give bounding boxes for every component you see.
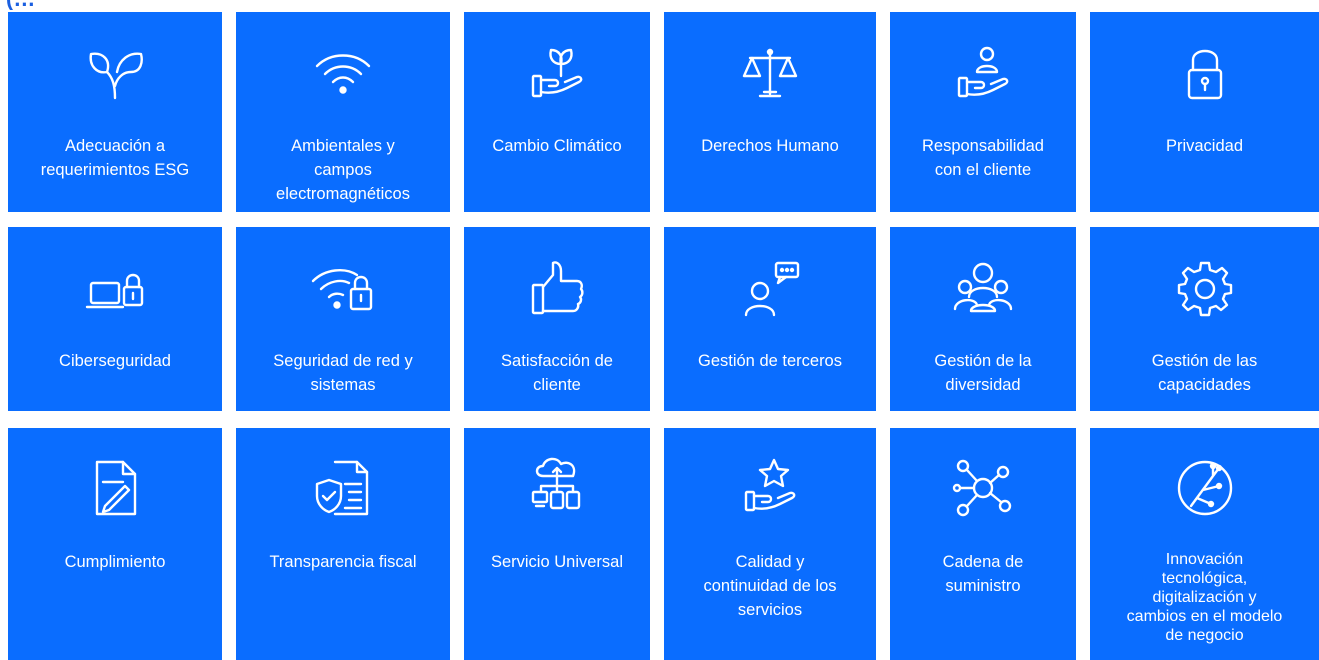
scales-icon (738, 42, 802, 106)
tile-label: Responsabilidad con el cliente (921, 137, 1044, 179)
tile-label: Ambientales y campos electromagnéticos (276, 137, 410, 203)
gear-icon (1173, 257, 1237, 321)
tile-innovacion[interactable]: Innovación tecnológica, digitalización y… (1090, 428, 1319, 660)
tile-label: Cumplimiento (64, 553, 166, 571)
hand-star-icon (738, 456, 802, 520)
tile-gestion-capacidades[interactable]: Gestión de las capacidades (1090, 227, 1319, 411)
tile-label: Calidad y continuidad de los servicios (703, 553, 837, 619)
tile-gestion-terceros[interactable]: Gestión de terceros (664, 227, 876, 411)
hand-plant-icon (525, 42, 589, 106)
topics-grid: Adecuación a requerimientos ESG Ambienta… (0, 0, 1319, 660)
group-icon (951, 257, 1015, 321)
tile-label: Cadena de suministro (942, 553, 1024, 595)
tile-label: Adecuación a requerimientos ESG (40, 137, 190, 179)
tile-label: Satisfacción de cliente (501, 352, 613, 394)
tile-label: Transparencia fiscal (269, 553, 417, 571)
wifi-icon (311, 42, 375, 106)
tile-label: Ciberseguridad (59, 352, 171, 370)
circuit-icon (1173, 456, 1237, 520)
network-nodes-icon (951, 456, 1015, 520)
tile-cambio-climatico[interactable]: Cambio Climático (464, 12, 650, 212)
tile-label: Servicio Universal (490, 553, 624, 571)
tile-adecuacion-esg[interactable]: Adecuación a requerimientos ESG (8, 12, 222, 212)
tile-label: Gestión de terceros (698, 352, 842, 370)
padlock-icon (1173, 42, 1237, 106)
thumbs-up-icon (525, 257, 589, 321)
tile-transparencia-fiscal[interactable]: Transparencia fiscal (236, 428, 450, 660)
document-pen-icon (83, 456, 147, 520)
tile-seguridad-red[interactable]: Seguridad de red y sistemas (236, 227, 450, 411)
laptop-lock-icon (83, 257, 147, 321)
tile-calidad-servicios[interactable]: Calidad y continuidad de los servicios (664, 428, 876, 660)
person-chat-icon (738, 257, 802, 321)
cloud-network-icon (525, 452, 589, 516)
tile-label: Privacidad (1165, 137, 1244, 155)
tile-derechos-humano[interactable]: Derechos Humano (664, 12, 876, 212)
tile-label: Gestión de las capacidades (1151, 352, 1258, 394)
document-shield-icon (311, 456, 375, 520)
tile-label: Seguridad de red y sistemas (273, 352, 413, 394)
tile-ciberseguridad[interactable]: Ciberseguridad (8, 227, 222, 411)
hand-person-icon (951, 42, 1015, 106)
tile-cumplimiento[interactable]: Cumplimiento (8, 428, 222, 660)
tile-gestion-diversidad[interactable]: Gestión de la diversidad (890, 227, 1076, 411)
tile-responsabilidad-cliente[interactable]: Responsabilidad con el cliente (890, 12, 1076, 212)
tile-cadena-suministro[interactable]: Cadena de suministro (890, 428, 1076, 660)
leaves-icon (83, 42, 147, 106)
tile-servicio-universal[interactable]: Servicio Universal (464, 428, 650, 660)
tile-satisfaccion-cliente[interactable]: Satisfacción de cliente (464, 227, 650, 411)
tile-ambientales[interactable]: Ambientales y campos electromagnéticos (236, 12, 450, 212)
tile-label: Gestión de la diversidad (934, 352, 1032, 394)
tile-label: Innovación tecnológica, digitalización y… (1126, 551, 1283, 644)
tile-label: Derechos Humano (701, 137, 839, 155)
tile-label: Cambio Climático (492, 137, 622, 155)
wifi-lock-icon (311, 257, 375, 321)
tile-privacidad[interactable]: Privacidad (1090, 12, 1319, 212)
